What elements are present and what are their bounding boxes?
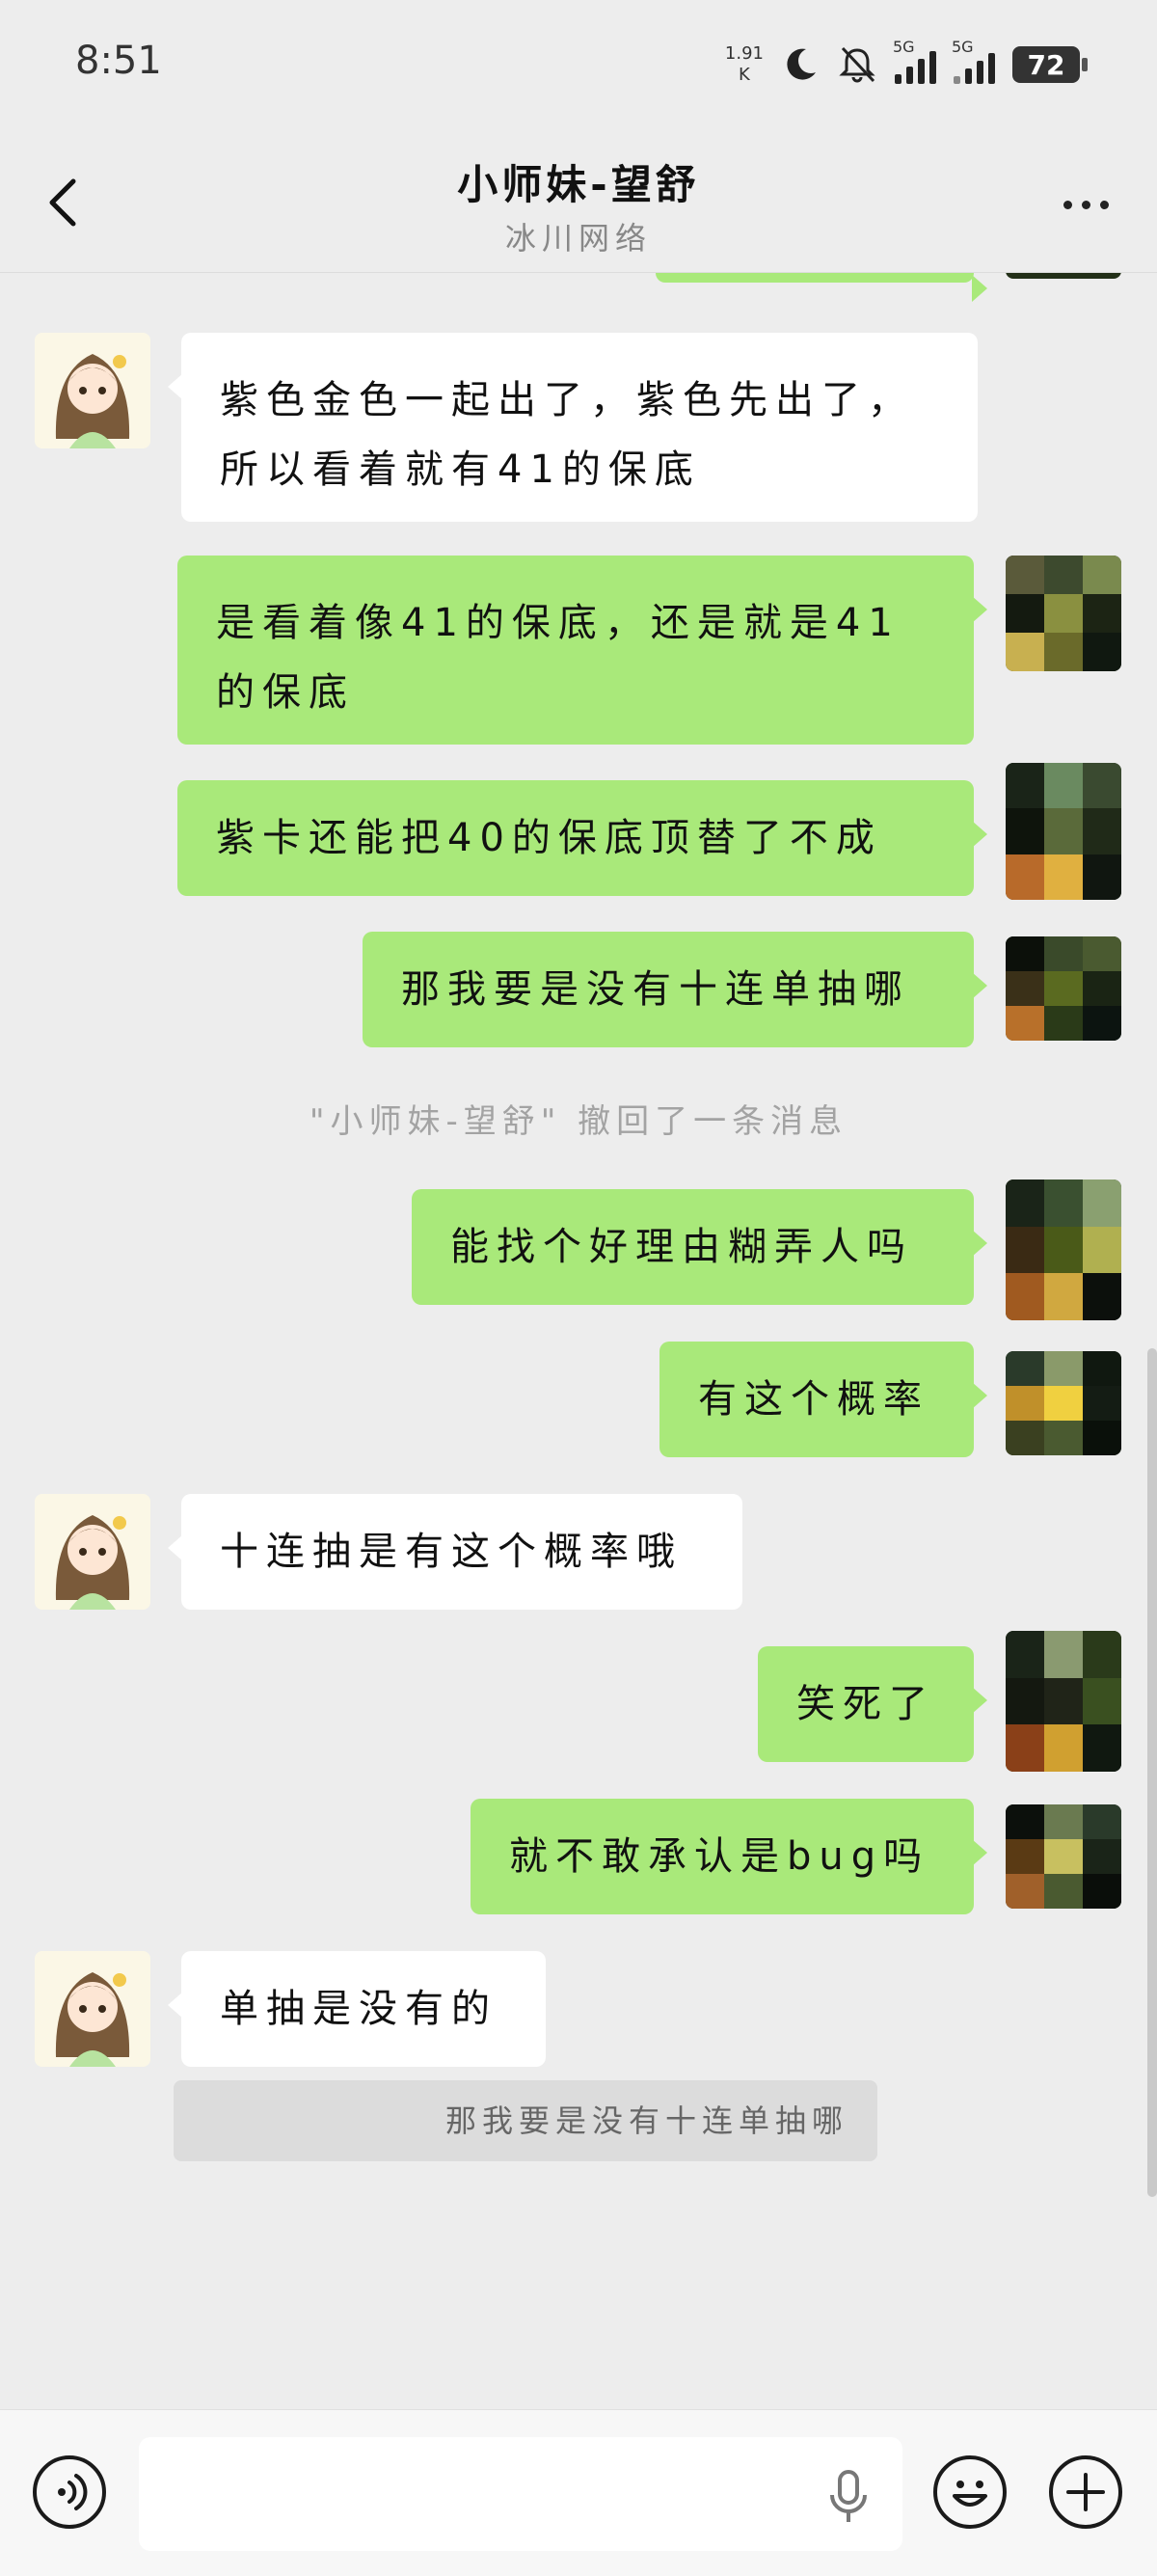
message-bubble-received[interactable]: 十连抽是有这个概率哦	[168, 1494, 742, 1610]
contact-avatar[interactable]	[35, 333, 150, 448]
chat-subtitle: 冰川网络	[504, 220, 652, 257]
plus-icon	[1066, 2473, 1105, 2511]
message-bubble-received[interactable]: 单抽是没有的	[168, 1951, 546, 2067]
message-bubble-received[interactable]: 紫色金色一起出了，紫色先出了，所以看着就有41的保底	[168, 333, 978, 522]
my-avatar[interactable]	[1006, 1631, 1121, 1772]
more-options-button[interactable]	[1063, 201, 1109, 209]
moon-icon	[787, 48, 816, 80]
voice-toggle-button[interactable]	[33, 2455, 106, 2529]
contact-avatar[interactable]	[35, 1494, 150, 1610]
my-avatar[interactable]	[1006, 556, 1121, 671]
signal-1-icon: 5G	[893, 38, 936, 84]
my-avatar[interactable]	[1006, 1351, 1121, 1455]
battery-icon: 72	[1012, 46, 1088, 83]
message-bubble-sent[interactable]: 那我要是没有十连单抽哪	[363, 932, 987, 1047]
chat-title[interactable]: 小师妹-望舒	[0, 152, 1157, 211]
chat-header: 小师妹-望舒 冰川网络	[0, 125, 1157, 273]
net-speed-value: 1.91	[724, 43, 764, 64]
mic-icon[interactable]	[827, 2468, 870, 2526]
voice-icon	[58, 2474, 88, 2510]
message-bubble-partial[interactable]	[656, 273, 987, 302]
message-bubble-sent[interactable]: 是看着像41的保底，还是就是41的保底	[177, 556, 987, 745]
mute-bell-icon	[839, 46, 875, 83]
message-bubble-sent[interactable]: 紫卡还能把40的保底顶替了不成	[177, 780, 987, 896]
signal-2-icon: 5G	[952, 38, 995, 84]
my-avatar[interactable]	[1006, 1180, 1121, 1320]
sim1-tag: 5G	[893, 38, 915, 56]
sim2-tag: 5G	[952, 38, 974, 56]
net-speed-unit: K	[739, 65, 750, 85]
message-bubble-sent[interactable]: 笑死了	[758, 1646, 987, 1762]
more-dots-icon	[1063, 201, 1072, 209]
emoji-icon	[953, 2481, 987, 2507]
girl-avatar-icon	[35, 333, 150, 448]
my-avatar[interactable]	[1006, 763, 1121, 900]
contact-avatar[interactable]	[35, 1951, 150, 2067]
message-input[interactable]	[139, 2437, 902, 2551]
girl-avatar-icon	[35, 1951, 150, 2067]
emoji-button[interactable]	[933, 2455, 1007, 2529]
quoted-message[interactable]: 那我要是没有十连单抽哪	[174, 2080, 877, 2161]
status-time: 8:51	[75, 39, 162, 83]
message-list[interactable]: 紫色金色一起出了，紫色先出了，所以看着就有41的保底 是看着像41的保底，还是就…	[0, 273, 1157, 2409]
message-bubble-sent[interactable]: 能找个好理由糊弄人吗	[412, 1189, 987, 1305]
status-bar: 8:51 1.91 K 5G 5G 72	[0, 0, 1157, 125]
my-avatar[interactable]	[1006, 936, 1121, 1041]
net-speed: 1.91 K	[725, 43, 764, 86]
girl-avatar-icon	[35, 1494, 150, 1610]
recall-notice: "小师妹-望舒" 撤回了一条消息	[309, 1102, 848, 1141]
input-bar	[0, 2409, 1157, 2576]
scrollbar[interactable]	[1147, 1348, 1157, 2197]
my-avatar[interactable]	[1006, 273, 1121, 279]
my-avatar[interactable]	[1006, 1804, 1121, 1909]
message-bubble-sent[interactable]: 就不敢承认是bug吗	[471, 1799, 987, 1914]
more-functions-button[interactable]	[1049, 2455, 1122, 2529]
message-bubble-sent[interactable]: 有这个概率	[659, 1342, 987, 1457]
status-icons: 1.91 K 5G 5G 72	[725, 31, 1088, 98]
